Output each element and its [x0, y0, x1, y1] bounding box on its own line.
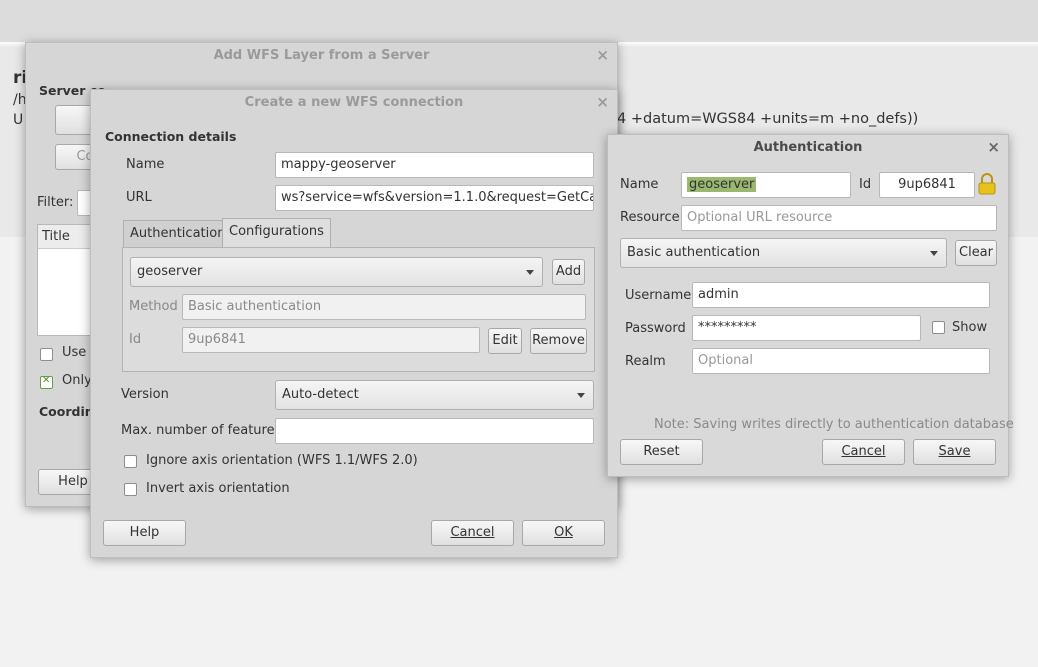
version-select-value: Auto-detect	[282, 387, 359, 402]
show-password-label: Show	[952, 320, 988, 335]
version-select[interactable]: Auto-detect	[275, 380, 594, 410]
authentication-titlebar: Authentication ×	[608, 135, 1008, 163]
invert-axis-checkbox[interactable]	[124, 483, 137, 496]
chevron-down-icon	[577, 393, 585, 398]
auth-id-field: 9up6841	[879, 172, 975, 198]
remove-config-button[interactable]: Remove	[530, 328, 587, 354]
configurations-panel: geoserver Add Method Basic authenticatio…	[122, 247, 595, 372]
url-input[interactable]: ws?service=wfs&version=1.1.0&request=Get…	[275, 185, 594, 211]
wfs-connection-window: Create a new WFS connection × Connection…	[90, 89, 618, 558]
auth-name-label: Name	[620, 177, 659, 192]
cancel-button[interactable]: Cancel	[822, 439, 905, 465]
clear-button[interactable]: Clear	[955, 240, 997, 266]
max-features-input[interactable]	[275, 418, 594, 444]
add-wfs-titlebar: Add WFS Layer from a Server ×	[26, 43, 617, 71]
use-checkbox[interactable]	[40, 348, 53, 361]
password-input[interactable]: *********	[692, 315, 921, 341]
name-input[interactable]: mappy-geoserver	[275, 152, 594, 178]
max-features-label: Max. number of features	[121, 423, 282, 438]
method-label: Method	[129, 299, 178, 314]
auth-name-input[interactable]: geoserver	[681, 172, 851, 198]
chevron-down-icon	[526, 270, 534, 275]
id-label: Id	[129, 332, 142, 347]
only-label: Only	[62, 373, 92, 388]
id-field: 9up6841	[182, 327, 480, 353]
password-label: Password	[625, 321, 686, 336]
lock-icon[interactable]	[977, 173, 997, 195]
resource-input[interactable]: Optional URL resource	[681, 205, 997, 231]
realm-placeholder: Optional	[698, 353, 753, 368]
realm-input[interactable]: Optional	[692, 348, 990, 374]
version-label: Version	[121, 387, 169, 402]
save-label: Save	[938, 444, 971, 459]
username-label: Username	[625, 288, 692, 303]
resource-placeholder: Optional URL resource	[687, 210, 833, 225]
wfs-connection-title: Create a new WFS connection	[244, 95, 464, 110]
title-column-header[interactable]: Title	[38, 225, 96, 249]
help-button[interactable]: Help	[103, 520, 186, 546]
close-icon[interactable]: ×	[987, 135, 1000, 159]
authentication-title: Authentication	[753, 140, 863, 155]
authentication-window: Authentication × Name geoserver Id 9up68…	[607, 134, 1014, 477]
auth-method-select[interactable]: Basic authentication	[620, 238, 947, 268]
show-password-checkbox[interactable]	[932, 321, 945, 334]
tab-configurations[interactable]: Configurations	[222, 218, 331, 248]
add-wfs-title: Add WFS Layer from a Server	[213, 48, 430, 63]
auth-method-value: Basic authentication	[627, 245, 761, 260]
auth-id-label: Id	[859, 177, 872, 192]
invert-axis-label: Invert axis orientation	[146, 481, 290, 496]
ok-button[interactable]: OK	[522, 520, 605, 546]
cancel-button[interactable]: Cancel	[431, 520, 514, 546]
add-config-button[interactable]: Add	[552, 259, 585, 285]
bg-crs-text: 4 +datum=WGS84 +units=m +no_defs))	[617, 111, 919, 127]
reset-button[interactable]: Reset	[620, 439, 703, 465]
top-toolbar	[0, 0, 1038, 44]
ok-label: OK	[554, 525, 573, 540]
save-button[interactable]: Save	[913, 439, 996, 465]
edit-config-button[interactable]: Edit	[488, 328, 522, 354]
tab-authentication[interactable]: Authentication	[123, 220, 233, 248]
wfs-connection-titlebar: Create a new WFS connection ×	[91, 90, 617, 118]
auth-name-value: geoserver	[687, 177, 757, 192]
config-select[interactable]: geoserver	[130, 257, 543, 287]
cancel-label: Cancel	[841, 444, 886, 459]
bg-crs-fragment: U	[13, 112, 24, 128]
resource-label: Resource	[620, 210, 680, 225]
realm-label: Realm	[625, 354, 666, 369]
only-checkbox[interactable]	[40, 375, 53, 389]
layer-table[interactable]: Title	[37, 224, 97, 336]
filter-label: Filter:	[37, 195, 74, 210]
ignore-axis-label: Ignore axis orientation (WFS 1.1/WFS 2.0…	[146, 453, 418, 468]
username-input[interactable]: admin	[692, 282, 990, 308]
auth-note: Note: Saving writes directly to authenti…	[654, 417, 1014, 432]
ignore-axis-checkbox[interactable]	[124, 455, 137, 468]
name-label: Name	[126, 157, 165, 172]
close-icon[interactable]: ×	[596, 43, 609, 67]
method-field: Basic authentication	[182, 294, 586, 320]
connection-details-label: Connection details	[105, 129, 237, 144]
url-label: URL	[126, 190, 152, 205]
cancel-label: Cancel	[450, 525, 495, 540]
chevron-down-icon	[930, 251, 938, 256]
config-select-value: geoserver	[137, 264, 203, 279]
close-icon[interactable]: ×	[596, 90, 609, 114]
